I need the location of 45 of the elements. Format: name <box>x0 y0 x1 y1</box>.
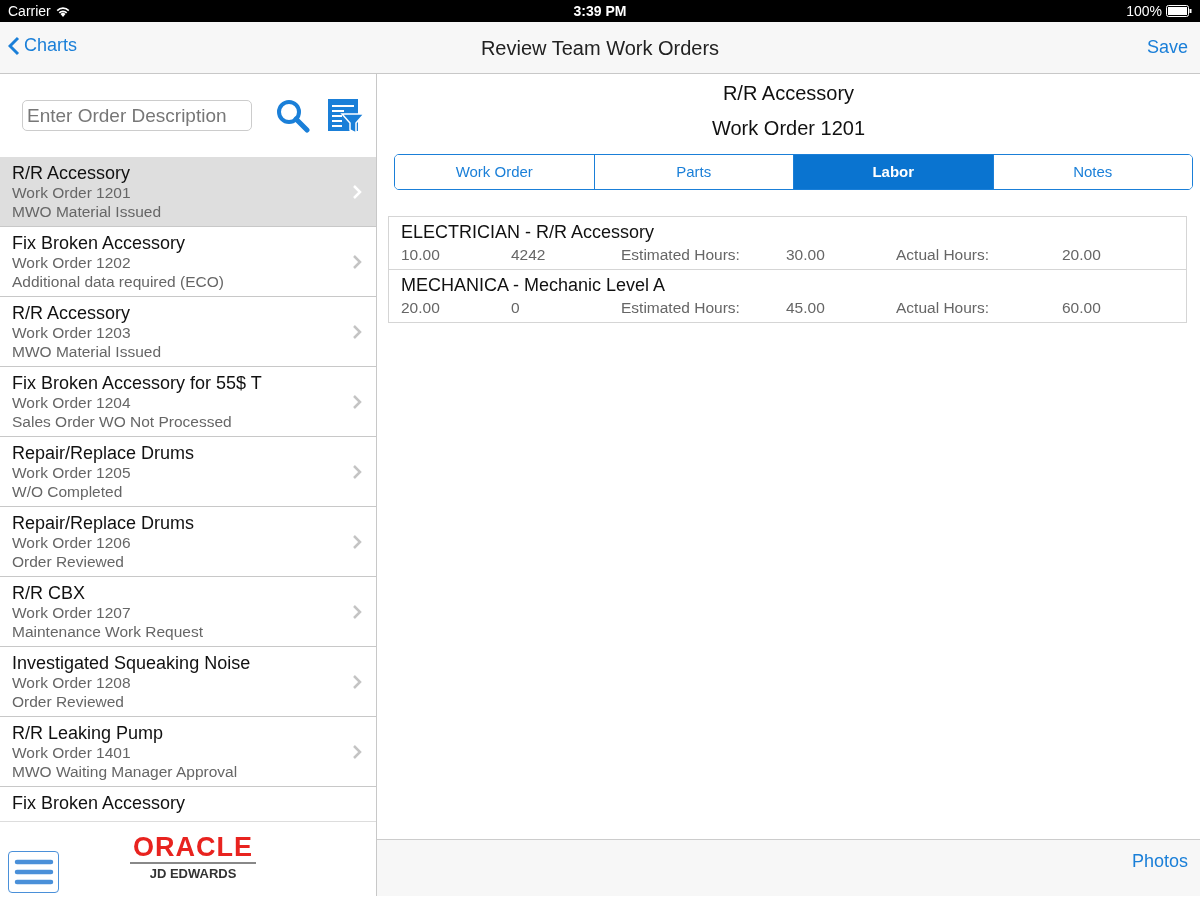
field-label: Estimated Hours: <box>621 245 741 265</box>
tab[interactable]: Work Order <box>395 155 595 189</box>
logo-product: JD EDWARDS <box>149 865 237 883</box>
carrier-name: Carrier <box>8 1 51 21</box>
field-value: 20.00 <box>401 298 441 318</box>
battery-icon <box>1166 5 1192 17</box>
chevron-icon <box>352 534 362 550</box>
back-link[interactable]: Charts <box>8 32 77 60</box>
chevron-icon <box>352 394 362 410</box>
search-field[interactable]: Enter Order Description <box>22 100 252 131</box>
chevron-icon <box>352 464 362 480</box>
chevron-icon <box>352 184 362 200</box>
field-label: Actual Hours: <box>896 245 991 265</box>
detail-subtitle: Work Order 1201 <box>711 116 866 141</box>
menu-icon <box>13 859 54 885</box>
field-value: 60.00 <box>1062 298 1102 318</box>
order-list-item[interactable]: R/R Accessory Work Order 1201 MWO Material Issued <box>0 157 376 227</box>
chevron-icon <box>352 744 362 760</box>
photos-link[interactable]: Photos <box>1131 851 1188 871</box>
logo-brand: ORACLE <box>130 834 256 864</box>
battery-percent: 100% <box>1126 1 1162 21</box>
labor-name: ELECTRICIAN - R/R Accessory <box>401 221 656 244</box>
field-value: 0 <box>511 298 521 318</box>
field-value: 10.00 <box>401 245 441 265</box>
clock-time: 3:39 PM <box>573 2 627 19</box>
wifi-icon <box>54 5 71 17</box>
search-icon[interactable] <box>276 98 310 133</box>
screen-title: Review Team Work Orders <box>480 36 720 59</box>
field-value: 45.00 <box>786 298 826 318</box>
back-chevron-icon <box>8 35 20 56</box>
field-value: 20.00 <box>1062 245 1102 265</box>
save-link[interactable]: Save <box>1146 37 1192 57</box>
chevron-icon <box>352 324 362 340</box>
menu-button[interactable] <box>8 851 59 893</box>
tab[interactable]: Labor <box>794 155 994 189</box>
chevron-icon <box>352 674 362 690</box>
field-value: 4242 <box>511 245 547 265</box>
field-label: Actual Hours: <box>896 298 991 318</box>
chevron-icon <box>352 604 362 620</box>
field-label: Estimated Hours: <box>621 298 741 318</box>
field-value: 30.00 <box>786 245 826 265</box>
filter-icon[interactable] <box>327 97 364 134</box>
detail-title: R/R Accessory <box>721 81 856 106</box>
chevron-icon <box>352 254 362 270</box>
labor-name: MECHANICA - Mechanic Level A <box>401 274 667 297</box>
